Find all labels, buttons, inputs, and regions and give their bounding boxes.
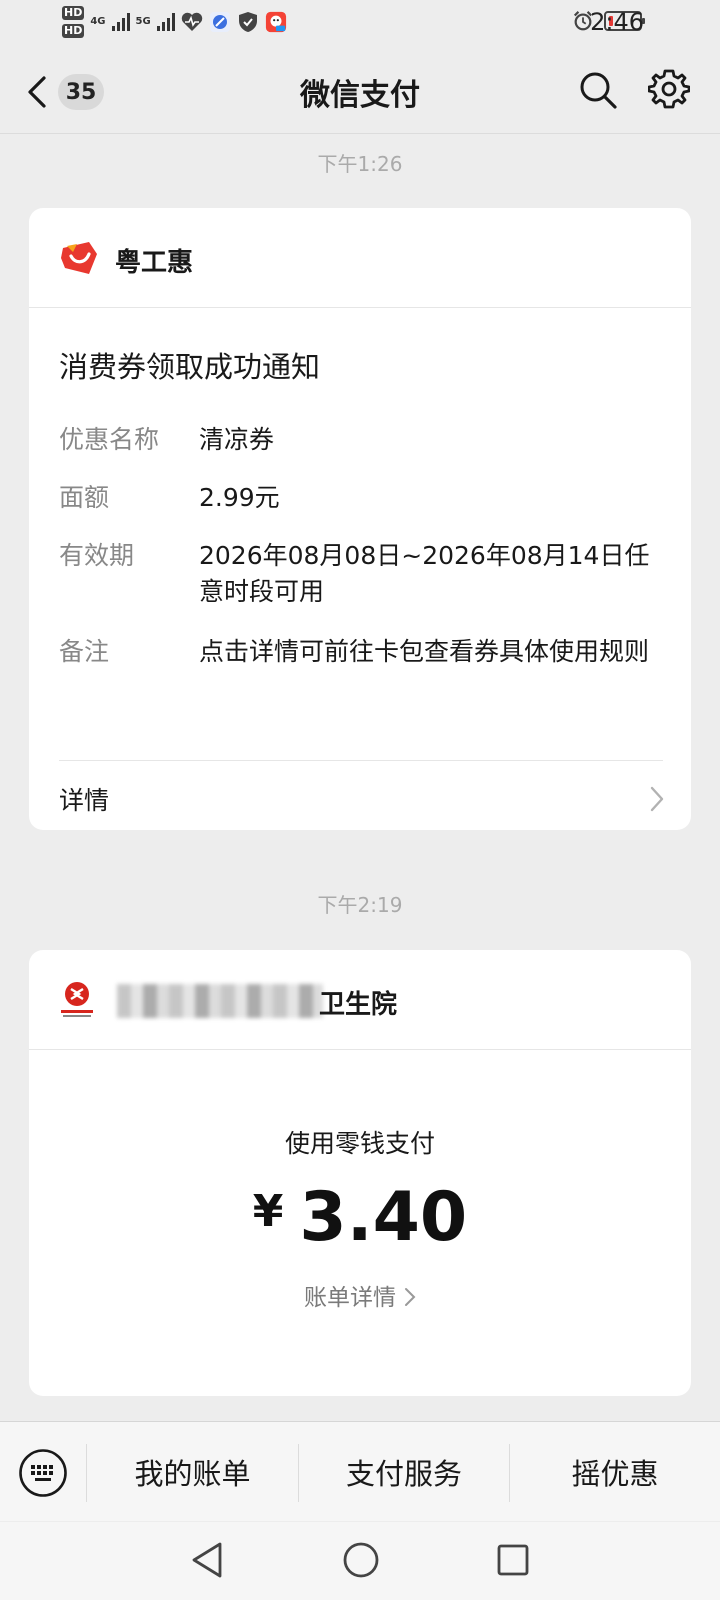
hd-badge-top: HD — [62, 6, 85, 20]
coupon-notification-card[interactable]: 粤工惠 消费券领取成功通知 优惠名称 清凉券 面额 2.99元 有效期 2026… — [29, 208, 691, 830]
bank-logo — [61, 982, 93, 1017]
field-label: 备注 — [59, 637, 110, 666]
merchant-name-redacted — [117, 984, 323, 1018]
field-row: 面额 2.99元 — [59, 480, 669, 516]
field-value: 清凉券 — [199, 425, 275, 454]
browser-icon — [209, 11, 231, 33]
network-type-1: 4G — [90, 16, 106, 27]
keyboard-icon[interactable] — [18, 1448, 68, 1498]
health-icon — [181, 11, 203, 33]
field-row: 优惠名称 清凉券 — [59, 422, 669, 458]
hd-badge-bottom: HD — [62, 24, 85, 38]
status-left: HD HD 4G 5G — [62, 6, 287, 38]
message-timestamp: 下午2:19 — [317, 893, 403, 917]
field-label: 有效期 — [59, 541, 135, 570]
field-value: 2.99元 — [199, 483, 280, 512]
search-icon[interactable] — [578, 70, 618, 110]
clock: 2:46 — [590, 8, 644, 36]
chevron-right-icon — [405, 1288, 416, 1306]
notice-title: 消费券领取成功通知 — [59, 350, 321, 384]
network-type-2: 5G — [135, 16, 151, 27]
amount-value: 3.40 — [299, 1178, 468, 1257]
pay-method: 使用零钱支付 — [284, 1129, 435, 1158]
signal-icon — [111, 13, 130, 31]
brand-name: 粤工惠 — [115, 248, 194, 278]
bill-detail-link[interactable]: 账单详情 — [29, 1278, 691, 1312]
field-value: 2026年08月08日~2026年08月14日任意时段可用 — [199, 541, 650, 606]
card-header[interactable]: 卫生院 — [29, 950, 691, 1050]
detail-link[interactable]: 详情 — [29, 761, 691, 830]
merchant-name: 卫生院 — [319, 990, 398, 1020]
field-label: 面额 — [59, 483, 110, 512]
back-triangle-icon[interactable] — [188, 1540, 226, 1580]
payment-card[interactable]: 卫生院 使用零钱支付 ¥3.40 账单详情 — [29, 950, 691, 1396]
payment-amount: ¥3.40 — [29, 1178, 691, 1257]
gear-icon[interactable] — [648, 68, 690, 110]
field-row: 有效期 2026年08月08日~2026年08月14日任意时段可用 — [59, 538, 669, 610]
menu-shake-deals[interactable]: 摇优惠 — [510, 1422, 720, 1522]
yuegonghui-logo — [61, 242, 97, 274]
menu-my-bills[interactable]: 我的账单 — [87, 1422, 298, 1522]
field-row: 备注 点击详情可前往卡包查看券具体使用规则 — [59, 634, 669, 670]
home-circle-icon[interactable] — [341, 1540, 381, 1580]
chevron-right-icon — [650, 786, 664, 812]
field-value: 点击详情可前往卡包查看券具体使用规则 — [199, 637, 650, 666]
menu-payment-services[interactable]: 支付服务 — [299, 1422, 509, 1522]
app-icon — [265, 11, 287, 33]
message-timestamp: 下午1:26 — [317, 152, 403, 176]
bottom-menu: 我的账单 支付服务 摇优惠 — [0, 1421, 720, 1521]
bill-detail-label: 账单详情 — [304, 1285, 396, 1311]
currency-symbol: ¥ — [252, 1186, 284, 1237]
system-navigation-bar — [0, 1522, 720, 1600]
status-bar: HD HD 4G 5G 2:46 — [0, 0, 720, 50]
chat-header: 35 微信支付 — [0, 50, 720, 134]
shield-icon — [237, 11, 259, 33]
field-label: 优惠名称 — [59, 425, 160, 454]
signal-icon — [156, 13, 175, 31]
detail-label: 详情 — [59, 786, 110, 815]
card-header[interactable]: 粤工惠 — [29, 208, 691, 308]
recents-square-icon[interactable] — [494, 1540, 532, 1580]
